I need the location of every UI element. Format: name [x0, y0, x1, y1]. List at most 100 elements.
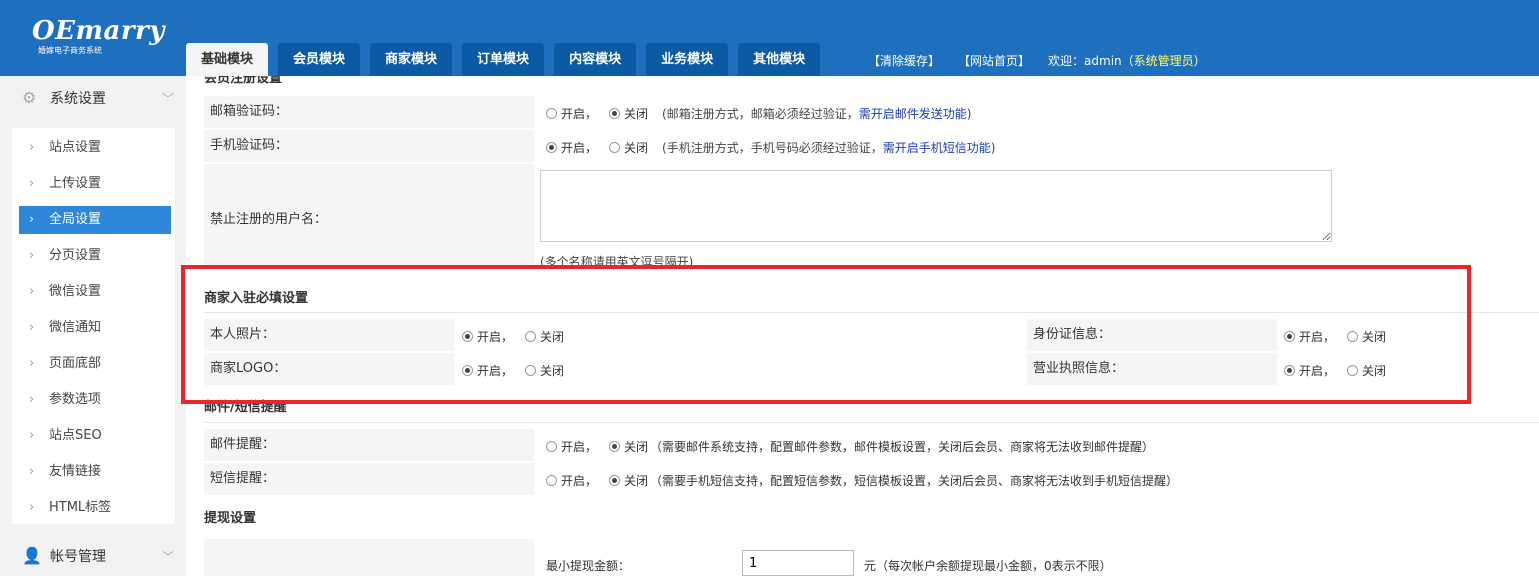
- welcome-text: 欢迎：admin（: [1048, 54, 1134, 68]
- email-verify-row: 邮箱验证码： 开启， 关闭 (邮箱注册方式，邮箱必须经过验证，需开启邮件发送功能…: [204, 96, 1539, 128]
- sidebar-item-wechat-notify[interactable]: › 微信通知: [19, 314, 171, 342]
- field-label: 短信提醒：: [204, 463, 534, 495]
- note-end: ): [966, 107, 972, 121]
- forbidden-names-textarea[interactable]: [540, 170, 1332, 242]
- mobile-verify-row: 手机验证码： 开启， 关闭 (手机注册方式，手机号码必须经过验证，需开启手机短信…: [204, 130, 1539, 162]
- top-bar: OEmarry 婚嫁电子商务系统 基础模块 会员模块 商家模块 订单模块 内容模…: [0, 0, 1539, 76]
- radio-on[interactable]: [546, 475, 557, 486]
- sidebar-group-system[interactable]: ⚙ 系统设置 ﹀: [0, 76, 186, 120]
- sidebar-item-label: 页面底部: [49, 356, 102, 371]
- note-text: (手机注册方式，手机号码必须经过验证，: [662, 141, 883, 155]
- highlight-box: [181, 265, 1471, 404]
- sidebar-item-label: 微信通知: [49, 320, 102, 335]
- email-notify-options: 开启， 关闭 （需要邮件系统支持，配置邮件参数，邮件模板设置，关闭后会员、商家将…: [546, 438, 1154, 455]
- sms-notify-row: 短信提醒： 开启， 关闭 （需要手机短信支持，配置短信参数，短信模板设置，关闭后…: [204, 463, 1539, 495]
- min-withdraw-label: 最小提现金额：: [546, 559, 631, 573]
- sidebar-item-site[interactable]: › 站点设置: [19, 134, 171, 162]
- sidebar-group-account[interactable]: 👤 帐号管理 ﹀: [0, 534, 186, 578]
- radio-label: 关闭: [624, 141, 649, 155]
- radio-label: 开启，: [561, 474, 598, 488]
- radio-on[interactable]: [546, 108, 557, 119]
- sidebar-item-label: 全局设置: [49, 212, 102, 227]
- radio-label: 开启，: [561, 440, 598, 454]
- radio-on[interactable]: [546, 142, 557, 153]
- email-verify-options: 开启， 关闭 (邮箱注册方式，邮箱必须经过验证，需开启邮件发送功能): [546, 105, 971, 122]
- field-label: 邮件提醒：: [204, 429, 534, 461]
- radio-label: 关闭: [624, 440, 649, 454]
- sidebar-group-label: 帐号管理: [50, 549, 106, 565]
- note-end: ): [990, 141, 996, 155]
- sidebar-item-paging[interactable]: › 分页设置: [19, 242, 171, 270]
- field-note: (邮箱注册方式，邮箱必须经过验证，需开启邮件发送功能): [662, 105, 971, 122]
- tab-business[interactable]: 业务模块: [646, 43, 729, 76]
- chevron-right-icon: ›: [29, 248, 35, 263]
- chevron-right-icon: ›: [29, 392, 35, 407]
- chevron-right-icon: ›: [29, 284, 35, 299]
- min-withdraw-note: 元（每次帐户余额提现最小金额，0表示不限）: [864, 559, 1112, 573]
- field-label: 禁止注册的用户名：: [204, 164, 534, 268]
- sidebar-item-global[interactable]: › 全局设置: [19, 206, 171, 234]
- sidebar: ⚙ 系统设置 ﹀ › 站点设置 › 上传设置 › 全局设置 › 分页设置 › 微信设置 ›…: [0, 76, 186, 576]
- sidebar-menu: › 站点设置 › 上传设置 › 全局设置 › 分页设置 › 微信设置 › 微信通知 › 页面底…: [12, 128, 175, 524]
- withdraw-row: 最小提现金额： 元（每次帐户余额提现最小金额，0表示不限）: [204, 539, 1539, 576]
- tab-order[interactable]: 订单模块: [462, 43, 545, 76]
- chevron-down-icon: ﹀: [161, 91, 174, 106]
- radio-on[interactable]: [546, 441, 557, 452]
- role-link[interactable]: 系统管理员: [1134, 52, 1194, 69]
- chevron-right-icon: ›: [29, 140, 35, 155]
- sidebar-item-params[interactable]: › 参数选项: [19, 386, 171, 414]
- chevron-right-icon: ›: [29, 356, 35, 371]
- min-withdraw-input[interactable]: [742, 550, 854, 576]
- mobile-verify-options: 开启， 关闭 (手机注册方式，手机号码必须经过验证，需开启手机短信功能): [546, 139, 995, 156]
- site-home-link[interactable]: 【网站首页】: [958, 52, 1030, 69]
- sidebar-group-label: 系统设置: [50, 91, 106, 107]
- chevron-right-icon: ›: [29, 428, 35, 443]
- field-note: （需要邮件系统支持，配置邮件参数，邮件模板设置，关闭后会员、商家将无法收到邮件提…: [650, 440, 1155, 454]
- tab-basic[interactable]: 基础模块: [186, 43, 269, 76]
- chevron-right-icon: ›: [29, 500, 35, 515]
- sidebar-item-label: 上传设置: [49, 176, 102, 191]
- sidebar-item-footer[interactable]: › 页面底部: [19, 350, 171, 378]
- sidebar-item-label: 站点设置: [49, 140, 102, 155]
- tab-other[interactable]: 其他模块: [738, 43, 821, 76]
- sms-notify-options: 开启， 关闭 （需要手机短信支持，配置短信参数，短信模板设置，关闭后会员、商家将…: [546, 472, 1178, 489]
- note-text: (邮箱注册方式，邮箱必须经过验证，: [662, 107, 859, 121]
- radio-off[interactable]: [609, 108, 621, 119]
- sidebar-item-upload[interactable]: › 上传设置: [19, 170, 171, 198]
- section-title-member-register: 会员注册设置: [204, 76, 283, 86]
- radio-off[interactable]: [609, 441, 621, 452]
- note-link[interactable]: 需开启手机短信功能: [883, 141, 991, 155]
- sidebar-item-seo[interactable]: › 站点SEO: [19, 422, 171, 450]
- field-label: 邮箱验证码：: [204, 96, 534, 128]
- radio-label: 关闭: [624, 474, 649, 488]
- clear-cache-link[interactable]: 【清除缓存】: [868, 52, 940, 69]
- sidebar-item-wechat[interactable]: › 微信设置: [19, 278, 171, 306]
- note-link[interactable]: 需开启邮件发送功能: [859, 107, 967, 121]
- email-notify-row: 邮件提醒： 开启， 关闭 （需要邮件系统支持，配置邮件参数，邮件模板设置，关闭后…: [204, 429, 1539, 461]
- field-label-blank: [204, 539, 534, 576]
- chevron-down-icon: ﹀: [161, 549, 174, 564]
- radio-label: 开启，: [561, 107, 598, 121]
- tab-merchant[interactable]: 商家模块: [370, 43, 453, 76]
- gear-icon: ⚙: [22, 88, 37, 107]
- sidebar-item-label: 友情链接: [49, 464, 102, 479]
- logo[interactable]: OEmarry 婚嫁电子商务系统: [32, 18, 165, 56]
- chevron-right-icon: ›: [29, 176, 35, 191]
- welcome-close: ）: [1193, 54, 1206, 68]
- tab-member[interactable]: 会员模块: [278, 43, 361, 76]
- sidebar-item-label: HTML标签: [49, 500, 112, 515]
- sidebar-item-html-tags[interactable]: › HTML标签: [19, 494, 171, 522]
- section-title-withdraw: 提现设置: [204, 511, 257, 526]
- user-icon: 👤: [22, 546, 42, 565]
- radio-label: 开启，: [561, 141, 598, 155]
- tab-content[interactable]: 内容模块: [554, 43, 637, 76]
- radio-off[interactable]: [609, 475, 621, 486]
- field-note: （需要手机短信支持，配置短信参数，短信模板设置，关闭后会员、商家将无法收到手机短…: [650, 474, 1179, 488]
- sidebar-item-links[interactable]: › 友情链接: [19, 458, 171, 486]
- radio-label: 关闭: [624, 107, 649, 121]
- field-note: (手机注册方式，手机号码必须经过验证，需开启手机短信功能): [662, 139, 995, 156]
- sidebar-item-label: 参数选项: [49, 392, 102, 407]
- logo-subtitle: 婚嫁电子商务系统: [38, 46, 102, 55]
- radio-off[interactable]: [609, 142, 621, 153]
- module-tabs: 基础模块 会员模块 商家模块 订单模块 内容模块 业务模块 其他模块: [186, 43, 830, 76]
